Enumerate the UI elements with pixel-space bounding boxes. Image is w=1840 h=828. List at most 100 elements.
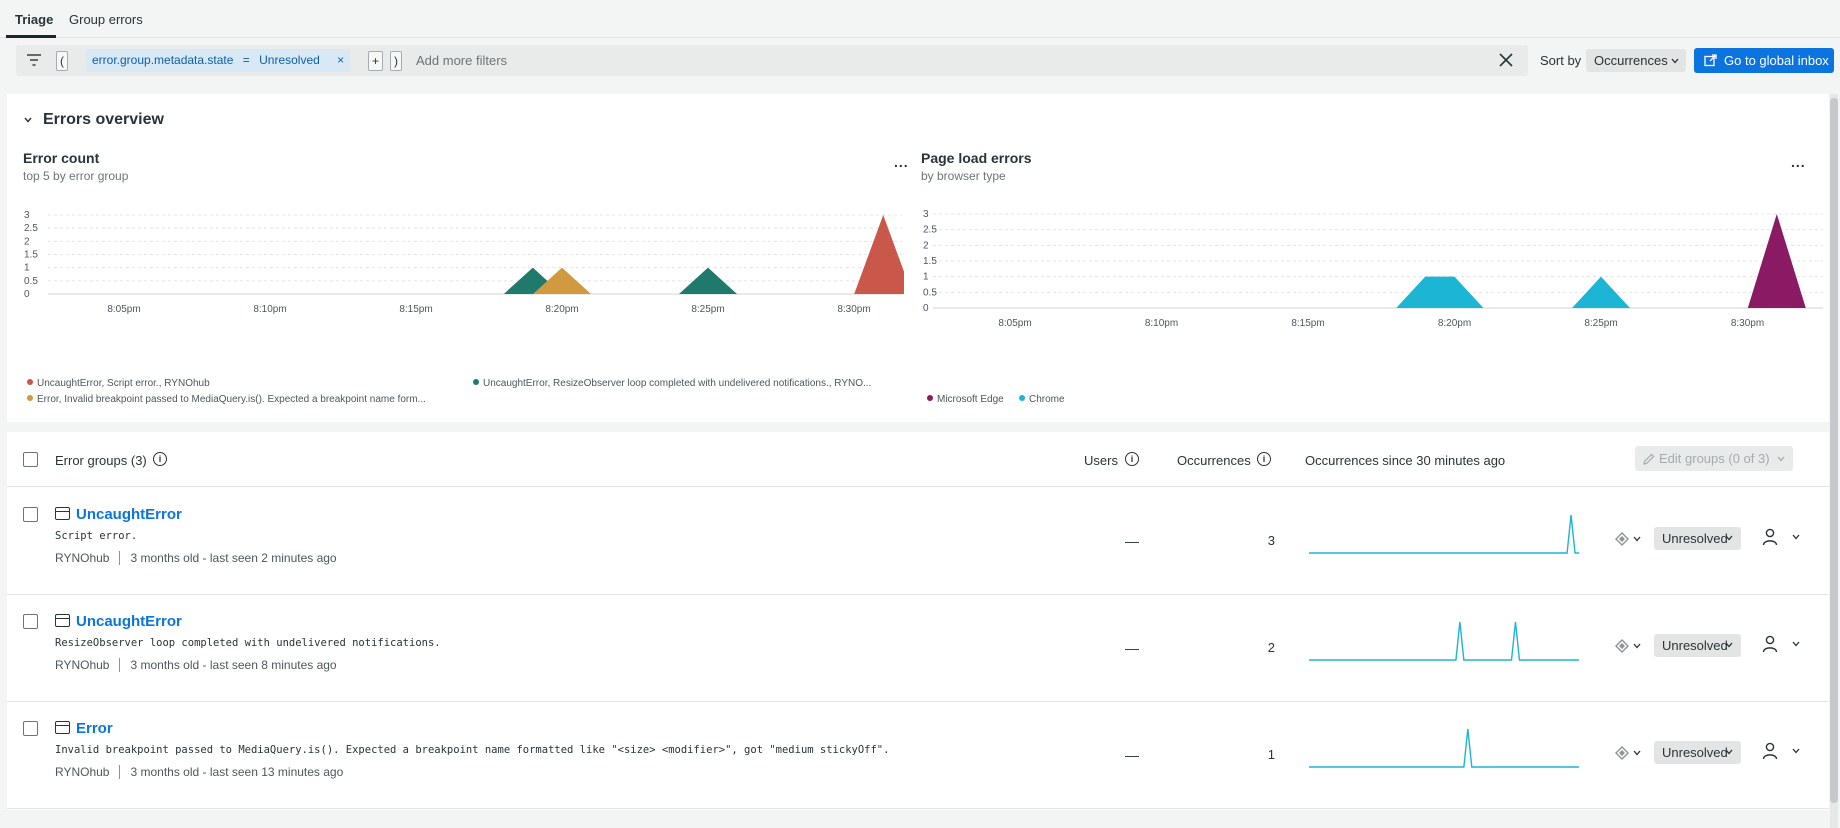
legend-label: UncaughtError, Script error., RYNOhub — [37, 378, 210, 389]
users-value: — — [1125, 747, 1139, 763]
legend-item-resize-observer[interactable]: UncaughtError, ResizeObserver loop compl… — [473, 378, 871, 389]
edit-groups-label: Edit groups (0 of 3) — [1659, 451, 1770, 466]
occurrences-info-icon[interactable]: i — [1257, 452, 1271, 466]
occurrences-sparkline — [1309, 621, 1579, 661]
status-dropdown[interactable]: Unresolved — [1654, 527, 1741, 550]
y-tick-label: 0 — [923, 303, 929, 314]
filter-chip[interactable]: error.group.metadata.state = Unresolved … — [86, 49, 351, 72]
errors-overview-panel: Errors overview Error count top 5 by err… — [7, 94, 1829, 422]
assignee-dropdown[interactable] — [1762, 528, 1802, 548]
error-groups-info-icon[interactable]: i — [153, 452, 167, 466]
app-name: RYNOhub — [55, 765, 110, 779]
edit-groups-button[interactable]: Edit groups (0 of 3) — [1635, 446, 1793, 471]
users-info-icon[interactable]: i — [1125, 452, 1139, 466]
chevron-down-icon — [1671, 58, 1679, 64]
area-peak[interactable] — [854, 215, 904, 294]
legend-dot — [473, 379, 479, 385]
error-count-title: Error count — [23, 150, 100, 166]
status-dropdown[interactable]: Unresolved — [1654, 634, 1741, 657]
assignee-dropdown[interactable] — [1762, 742, 1802, 762]
status-dropdown[interactable]: Unresolved — [1654, 741, 1741, 764]
error-message: Invalid breakpoint passed to MediaQuery.… — [55, 744, 890, 756]
add-condition-button[interactable]: + — [368, 51, 383, 71]
browser-window-icon — [55, 614, 70, 627]
filter-chip-remove-icon[interactable]: × — [337, 53, 344, 67]
error-group-title-link[interactable]: Error — [76, 720, 113, 737]
external-link-icon — [1704, 54, 1717, 67]
close-paren-button[interactable]: ) — [390, 51, 402, 71]
occurrences-value: 2 — [1267, 640, 1275, 655]
page-load-errors-subtitle: by browser type — [921, 169, 1006, 183]
app-name: RYNOhub — [55, 551, 110, 565]
chevron-down-icon — [1633, 750, 1641, 756]
error-groups-header: Error groups (3) — [55, 453, 147, 468]
legend-item-microsoft-edge[interactable]: Microsoft Edge — [927, 394, 1004, 405]
open-paren-button[interactable]: ( — [56, 51, 68, 71]
legend-label: Microsoft Edge — [937, 394, 1004, 405]
y-tick-label: 0 — [24, 289, 30, 300]
tab-group-errors[interactable]: Group errors — [69, 12, 143, 27]
priority-dropdown[interactable] — [1615, 639, 1645, 653]
browser-window-icon — [55, 507, 70, 520]
sort-by-label: Sort by — [1540, 53, 1582, 68]
user-icon — [1762, 742, 1778, 760]
error-message: ResizeObserver loop completed with undel… — [55, 637, 441, 649]
occurrences-value: 3 — [1267, 533, 1275, 548]
occurrences-value: 1 — [1267, 747, 1275, 762]
row-checkbox[interactable] — [23, 507, 38, 522]
chevron-down-icon — [1633, 536, 1641, 542]
error-meta: RYNOhub 3 months old - last seen 2 minute… — [55, 551, 337, 565]
error-count-subtitle: top 5 by error group — [23, 169, 129, 183]
table-row[interactable]: Error Invalid breakpoint passed to Media… — [7, 702, 1829, 809]
page-load-errors-menu-icon[interactable]: ... — [1791, 154, 1806, 170]
table-row[interactable]: UncaughtError Script error. RYNOhub 3 mon… — [7, 488, 1829, 595]
go-to-global-inbox-button[interactable]: Go to global inbox — [1694, 48, 1834, 73]
occurrences-sparkline — [1309, 514, 1579, 554]
error-message: Script error. — [55, 530, 138, 542]
filter-bar[interactable]: ( error.group.metadata.state = Unresolve… — [16, 45, 1528, 76]
occurrences-header[interactable]: Occurrences — [1177, 453, 1251, 468]
user-icon — [1762, 528, 1778, 546]
tab-bar: Triage Group errors — [0, 0, 1840, 38]
status-value: Unresolved — [1662, 638, 1728, 653]
priority-diamond-icon — [1615, 639, 1629, 653]
legend-item-script-error[interactable]: UncaughtError, Script error., RYNOhub — [27, 378, 210, 389]
chevron-down-icon — [1777, 456, 1785, 462]
legend-item-invalid-breakpoint[interactable]: Error, Invalid breakpoint passed to Medi… — [27, 394, 426, 405]
error-group-title-link[interactable]: UncaughtError — [76, 613, 182, 630]
legend-item-chrome[interactable]: Chrome — [1019, 394, 1065, 405]
clear-filter-icon[interactable] — [1498, 52, 1514, 68]
status-value: Unresolved — [1662, 531, 1728, 546]
scrollbar-thumb[interactable] — [1830, 98, 1838, 803]
chevron-down-icon — [1725, 535, 1733, 541]
collapse-chevron-icon[interactable] — [23, 115, 33, 125]
row-checkbox[interactable] — [23, 721, 38, 736]
users-value: — — [1125, 533, 1139, 549]
select-all-checkbox[interactable] — [23, 452, 38, 467]
filter-icon[interactable] — [26, 53, 42, 67]
area-peak[interactable] — [1572, 276, 1630, 308]
tab-triage[interactable]: Triage — [15, 12, 53, 27]
x-tick-label: 8:10pm — [253, 304, 286, 315]
legend-label: Chrome — [1029, 394, 1065, 405]
priority-dropdown[interactable] — [1615, 532, 1645, 546]
y-tick-label: 2 — [24, 236, 30, 247]
table-row[interactable]: UncaughtError ResizeObserver loop comple… — [7, 595, 1829, 702]
x-tick-label: 8:20pm — [545, 304, 578, 315]
assignee-dropdown[interactable] — [1762, 635, 1802, 655]
error-group-title-link[interactable]: UncaughtError — [76, 506, 182, 523]
row-checkbox[interactable] — [23, 614, 38, 629]
sort-by-select[interactable]: Occurrences — [1586, 49, 1686, 72]
meta-divider — [119, 658, 121, 672]
legend-dot — [927, 395, 933, 401]
x-tick-label: 8:05pm — [998, 318, 1031, 329]
legend-dot — [1019, 395, 1025, 401]
y-tick-label: 1.5 — [24, 250, 38, 261]
priority-dropdown[interactable] — [1615, 746, 1645, 760]
chevron-down-icon — [1633, 643, 1641, 649]
add-filters-input[interactable]: Add more filters — [416, 53, 507, 68]
x-tick-label: 8:25pm — [1584, 318, 1617, 329]
error-meta: RYNOhub 3 months old - last seen 13 minut… — [55, 765, 343, 779]
error-count-menu-icon[interactable]: ... — [894, 154, 909, 170]
chevron-down-icon — [1725, 749, 1733, 755]
